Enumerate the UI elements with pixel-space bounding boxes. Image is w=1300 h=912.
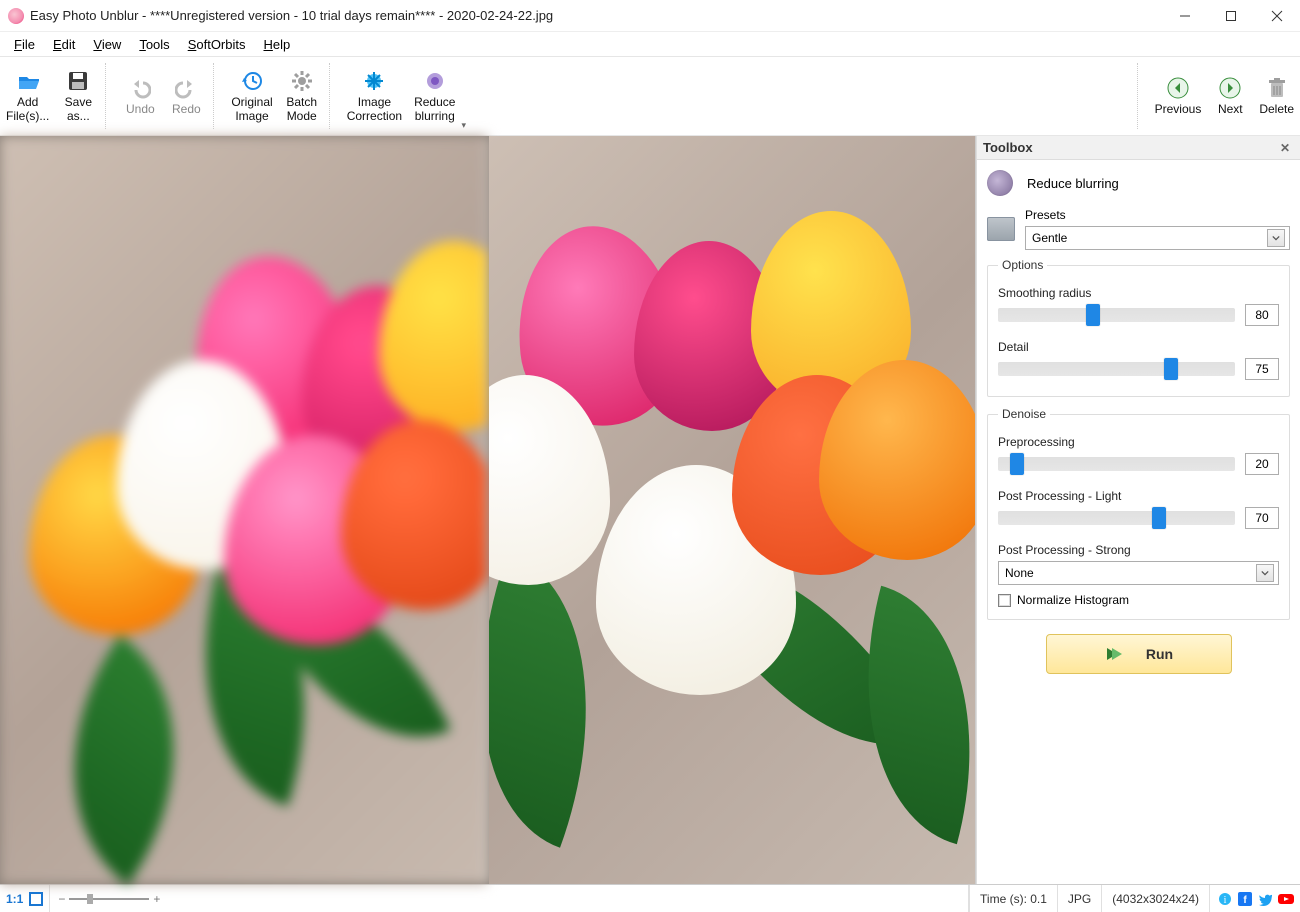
twitter-icon[interactable]	[1258, 892, 1272, 906]
blur-icon	[987, 170, 1013, 196]
toolbox-section-title: Reduce blurring	[1027, 176, 1119, 191]
image-preview-area[interactable]	[0, 136, 976, 884]
after-image	[489, 136, 976, 884]
status-bar: 1:1 − + Time (s): 0.1 JPG (4032x3024x24)…	[0, 884, 1300, 912]
status-format: JPG	[1057, 885, 1101, 912]
previous-button[interactable]: Previous	[1149, 57, 1208, 135]
denoise-group: Denoise Preprocessing 20 Post Processing…	[987, 407, 1290, 620]
menu-softorbits[interactable]: SoftOrbits	[180, 35, 254, 54]
denoise-legend: Denoise	[998, 407, 1050, 421]
before-image	[0, 136, 489, 884]
menu-help[interactable]: Help	[255, 35, 298, 54]
chevron-down-icon	[1267, 229, 1285, 247]
add-files-button[interactable]: AddFile(s)...	[0, 57, 55, 135]
chevron-down-icon	[1256, 564, 1274, 582]
sparkle-icon	[363, 70, 385, 92]
post-light-label: Post Processing - Light	[998, 489, 1279, 503]
smoothing-radius-slider[interactable]	[998, 308, 1235, 322]
arrow-left-circle-icon	[1167, 77, 1189, 99]
presets-icon	[987, 217, 1015, 241]
reduce-blurring-button[interactable]: Reduceblurring	[408, 57, 461, 135]
app-icon	[8, 8, 24, 24]
redo-icon	[175, 77, 197, 99]
zoom-slider[interactable]	[69, 898, 149, 900]
undo-button[interactable]: Undo	[117, 57, 163, 135]
zoom-fit-button[interactable]	[29, 892, 43, 906]
info-icon[interactable]: i	[1218, 892, 1232, 906]
presets-label: Presets	[1025, 208, 1290, 222]
toolbar-separator	[329, 63, 337, 129]
history-icon	[241, 70, 263, 92]
delete-button[interactable]: Delete	[1253, 57, 1300, 135]
main-area: Toolbox ✕ Reduce blurring Presets Gentle	[0, 136, 1300, 884]
arrow-right-circle-icon	[1219, 77, 1241, 99]
menu-file[interactable]: File	[6, 35, 43, 54]
gear-icon	[291, 70, 313, 92]
redo-button[interactable]: Redo	[163, 57, 209, 135]
post-light-value[interactable]: 70	[1245, 507, 1279, 529]
toolbox-title: Toolbox	[983, 140, 1033, 155]
menu-tools[interactable]: Tools	[131, 35, 177, 54]
menu-edit[interactable]: Edit	[45, 35, 83, 54]
window-close-button[interactable]	[1254, 0, 1300, 32]
post-strong-label: Post Processing - Strong	[998, 543, 1279, 557]
normalize-histogram-checkbox[interactable]	[998, 594, 1011, 607]
post-strong-value: None	[1005, 566, 1250, 580]
toolbar-separator	[105, 63, 113, 129]
presets-select[interactable]: Gentle	[1025, 226, 1290, 250]
status-dimensions: (4032x3024x24)	[1101, 885, 1209, 912]
main-toolbar: AddFile(s)... Saveas... Undo Redo	[0, 56, 1300, 136]
save-as-button[interactable]: Saveas...	[55, 57, 101, 135]
presets-value: Gentle	[1032, 231, 1261, 245]
zoom-1to1-button[interactable]: 1:1	[6, 892, 23, 906]
post-strong-select[interactable]: None	[998, 561, 1279, 585]
normalize-histogram-label: Normalize Histogram	[1017, 593, 1129, 607]
svg-text:i: i	[1224, 895, 1227, 906]
youtube-icon[interactable]	[1278, 892, 1292, 906]
detail-slider[interactable]	[998, 362, 1235, 376]
toolbar-separator	[1137, 63, 1145, 129]
preprocessing-slider[interactable]	[998, 457, 1235, 471]
options-group: Options Smoothing radius 80 Detail 75	[987, 258, 1290, 397]
image-correction-button[interactable]: ImageCorrection	[341, 57, 408, 135]
post-light-slider[interactable]	[998, 511, 1235, 525]
menu-view[interactable]: View	[85, 35, 129, 54]
original-image-button[interactable]: OriginalImage	[225, 57, 278, 135]
detail-label: Detail	[998, 340, 1279, 354]
window-title: Easy Photo Unblur - ****Unregistered ver…	[30, 8, 1162, 23]
undo-icon	[129, 77, 151, 99]
dropdown-arrow-icon[interactable]: ▾	[461, 120, 470, 135]
detail-value[interactable]: 75	[1245, 358, 1279, 380]
blur-icon	[424, 70, 446, 92]
play-icon	[1104, 645, 1122, 663]
floppy-icon	[67, 70, 89, 92]
status-time: Time (s): 0.1	[969, 885, 1057, 912]
smoothing-radius-value[interactable]: 80	[1245, 304, 1279, 326]
run-label: Run	[1146, 646, 1173, 662]
next-button[interactable]: Next	[1207, 57, 1253, 135]
toolbox-close-button[interactable]: ✕	[1276, 141, 1294, 155]
trash-icon	[1266, 77, 1288, 99]
toolbox-header: Toolbox ✕	[977, 136, 1300, 160]
zoom-in-button[interactable]: +	[153, 892, 160, 906]
title-bar: Easy Photo Unblur - ****Unregistered ver…	[0, 0, 1300, 32]
zoom-out-button[interactable]: −	[58, 892, 65, 906]
run-button[interactable]: Run	[1046, 634, 1232, 674]
toolbox-panel: Toolbox ✕ Reduce blurring Presets Gentle	[976, 136, 1300, 884]
folder-open-icon	[17, 70, 39, 92]
preprocessing-value[interactable]: 20	[1245, 453, 1279, 475]
menu-bar: File Edit View Tools SoftOrbits Help	[0, 32, 1300, 56]
toolbar-separator	[213, 63, 221, 129]
options-legend: Options	[998, 258, 1047, 272]
preprocessing-label: Preprocessing	[998, 435, 1279, 449]
smoothing-radius-label: Smoothing radius	[998, 286, 1279, 300]
batch-mode-button[interactable]: BatchMode	[279, 57, 325, 135]
window-maximize-button[interactable]	[1208, 0, 1254, 32]
facebook-icon[interactable]: f	[1238, 892, 1252, 906]
window-minimize-button[interactable]	[1162, 0, 1208, 32]
